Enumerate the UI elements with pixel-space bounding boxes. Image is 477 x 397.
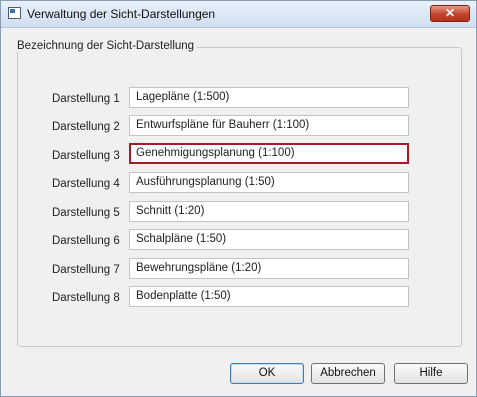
groupbox-label: Bezeichnung der Sicht-Darstellung — [14, 40, 198, 52]
view-name-input-3[interactable]: Genehmigungsplanung (1:100) — [129, 143, 409, 164]
window-icon — [8, 7, 21, 19]
row-label-8: Darstellung 8 — [52, 292, 120, 304]
view-name-input-7[interactable]: Bewehrungspläne (1:20) — [129, 258, 409, 279]
view-name-input-6[interactable]: Schalpläne (1:50) — [129, 229, 409, 250]
row-label-4: Darstellung 4 — [52, 178, 120, 190]
row-label-5: Darstellung 5 — [52, 207, 120, 219]
view-name-input-8[interactable]: Bodenplatte (1:50) — [129, 286, 409, 307]
title-bar[interactable]: Verwaltung der Sicht-Darstellungen ✕ — [1, 1, 476, 28]
window-title: Verwaltung der Sicht-Darstellungen — [27, 7, 216, 21]
view-name-input-5[interactable]: Schnitt (1:20) — [129, 201, 409, 222]
view-name-input-2[interactable]: Entwurfspläne für Bauherr (1:100) — [129, 115, 409, 136]
view-name-input-1[interactable]: Lagepläne (1:500) — [129, 87, 409, 108]
row-label-2: Darstellung 2 — [52, 121, 120, 133]
row-label-3: Darstellung 3 — [52, 150, 120, 162]
ok-button[interactable]: OK — [230, 363, 304, 384]
close-button[interactable]: ✕ — [430, 5, 470, 22]
row-label-6: Darstellung 6 — [52, 235, 120, 247]
dialog-window: Verwaltung der Sicht-Darstellungen ✕ Bez… — [0, 0, 477, 397]
help-button[interactable]: Hilfe — [394, 363, 468, 384]
view-name-input-4[interactable]: Ausführungsplanung (1:50) — [129, 172, 409, 193]
cancel-button[interactable]: Abbrechen — [311, 363, 385, 384]
row-label-7: Darstellung 7 — [52, 264, 120, 276]
row-label-1: Darstellung 1 — [52, 93, 120, 105]
